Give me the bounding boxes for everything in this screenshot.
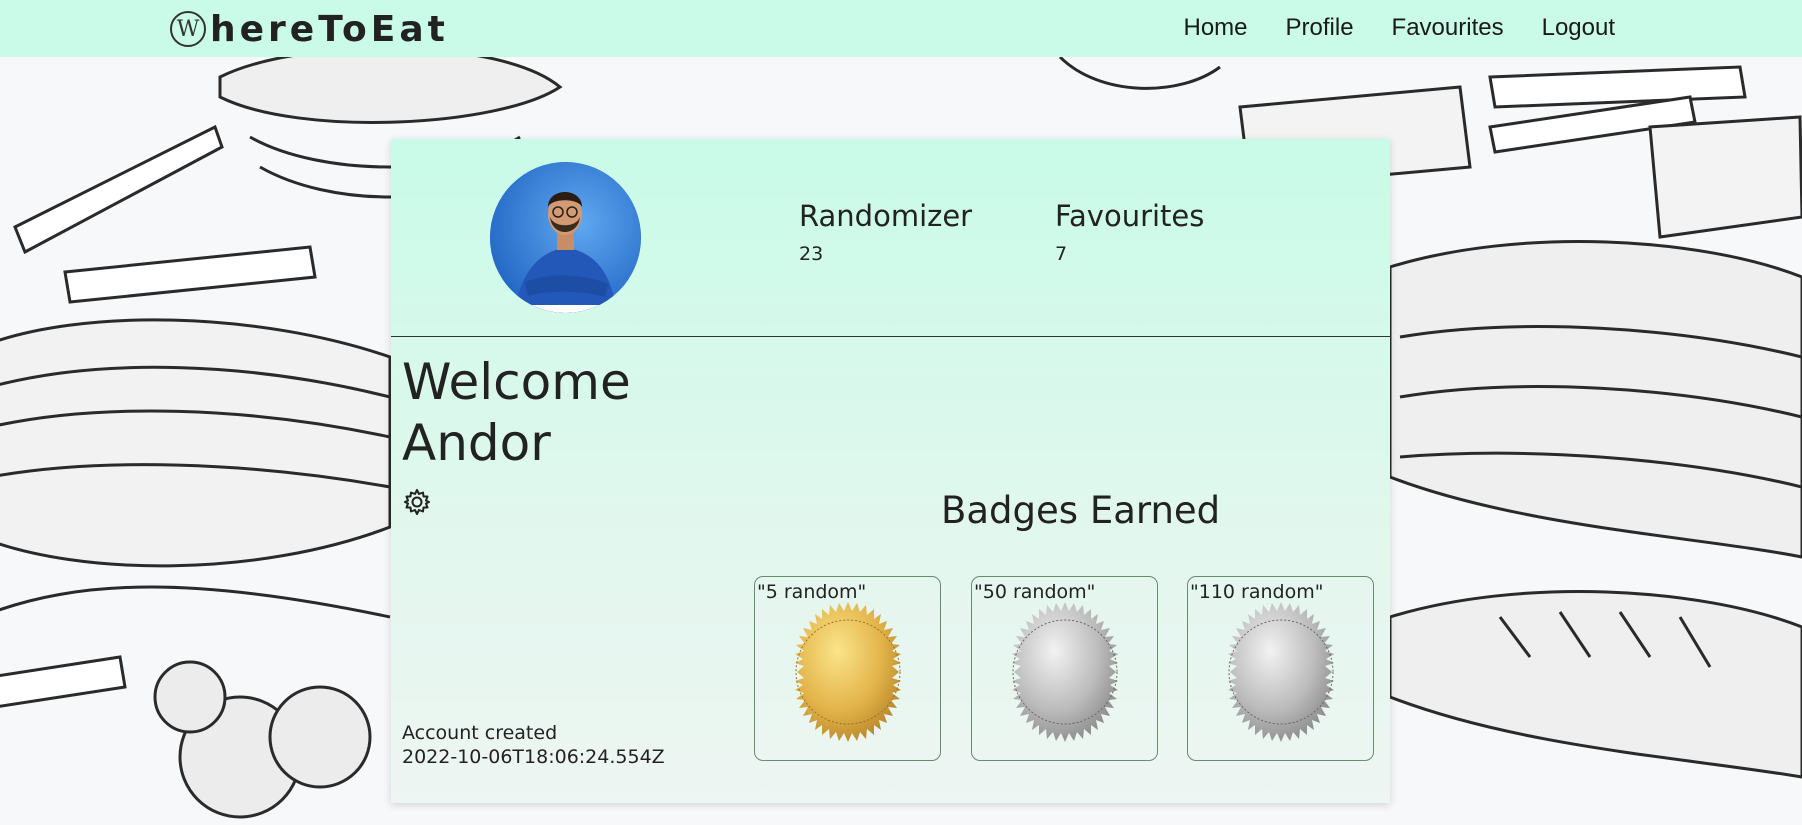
profile-card: Randomizer 23 Favourites 7 Welcome Andor… — [391, 139, 1390, 803]
nav-links: Home Profile Favourites Logout — [1183, 14, 1615, 42]
nav-link-profile[interactable]: Profile — [1286, 14, 1354, 42]
account-created-label: Account created — [402, 722, 558, 744]
silver-medal-icon — [1228, 602, 1334, 742]
stat-randomizer-value: 23 — [799, 243, 824, 265]
profile-header: Randomizer 23 Favourites 7 — [391, 139, 1390, 337]
stat-favourites: Favourites 7 — [1055, 199, 1204, 265]
welcome-line: Welcome — [402, 353, 631, 411]
brand-logo-icon: W — [170, 11, 206, 47]
badge-card: "110 random" — [1187, 576, 1374, 761]
silver-medal-icon — [1012, 602, 1118, 742]
badge-card: "50 random" — [971, 576, 1158, 761]
badges-title: Badges Earned — [941, 489, 1221, 532]
account-created-value: 2022-10-06T18:06:24.554Z — [402, 746, 665, 768]
nav-link-favourites[interactable]: Favourites — [1392, 14, 1504, 42]
nav-link-logout[interactable]: Logout — [1542, 14, 1615, 42]
navbar: W hereToEat Home Profile Favourites Logo… — [0, 0, 1802, 57]
brand-name: hereToEat — [210, 8, 449, 50]
gear-icon[interactable] — [402, 487, 432, 517]
brand[interactable]: W hereToEat — [170, 8, 449, 50]
avatar — [490, 162, 641, 313]
stat-randomizer: Randomizer 23 — [799, 199, 972, 265]
username: Andor — [402, 414, 551, 472]
welcome-heading: Welcome Andor — [402, 352, 631, 474]
stat-favourites-label: Favourites — [1055, 199, 1205, 233]
badge-card: "5 random" — [754, 576, 941, 761]
stat-favourites-value: 7 — [1055, 243, 1068, 265]
account-created: Account created 2022-10-06T18:06:24.554Z — [402, 721, 665, 769]
stat-randomizer-label: Randomizer — [799, 199, 973, 233]
nav-link-home[interactable]: Home — [1183, 14, 1247, 42]
gold-medal-icon — [795, 602, 901, 742]
